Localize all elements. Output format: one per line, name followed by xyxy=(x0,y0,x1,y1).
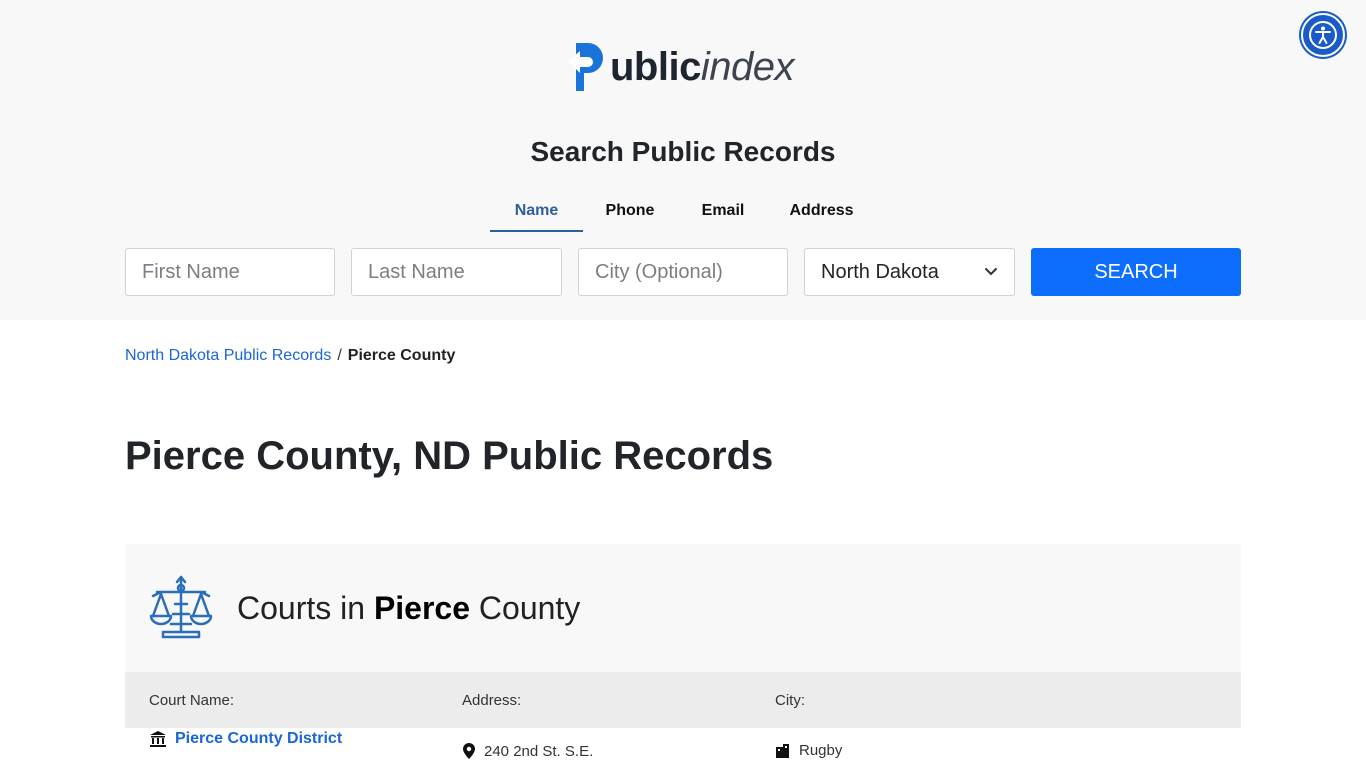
court-address-cell: 240 2nd St. S.E. xyxy=(462,742,593,760)
breadcrumb-state-link[interactable]: North Dakota Public Records xyxy=(125,347,331,365)
search-title: Search Public Records xyxy=(530,136,836,167)
public-index-logo[interactable]: ublicindex xyxy=(566,38,806,96)
accessibility-icon xyxy=(1309,21,1337,49)
courts-table-header: Court Name: Address: City: xyxy=(125,672,1241,728)
court-city: Rugby xyxy=(799,742,843,759)
state-select-value: North Dakota xyxy=(821,260,939,283)
tab-address[interactable]: Address xyxy=(769,196,874,232)
city-buildings-icon xyxy=(776,743,789,758)
search-header: ublicindex Search Public Records Name Ph… xyxy=(0,0,1366,320)
court-city-cell: Rugby xyxy=(775,742,842,759)
city-input[interactable] xyxy=(578,248,788,296)
last-name-input[interactable] xyxy=(351,248,562,296)
court-name-cell: Pierce County District xyxy=(149,730,342,748)
column-court-name: Court Name: xyxy=(149,692,235,709)
search-tabs: Name Phone Email Address xyxy=(490,196,874,232)
column-city: City: xyxy=(775,692,805,709)
tab-email[interactable]: Email xyxy=(677,196,769,232)
table-row: Pierce County District 240 2nd St. S.E. … xyxy=(125,728,1241,768)
logo-mark-icon xyxy=(568,43,603,91)
tab-name[interactable]: Name xyxy=(490,196,583,232)
chevron-down-icon xyxy=(985,268,997,276)
tab-phone[interactable]: Phone xyxy=(583,196,677,232)
search-button[interactable]: SEARCH xyxy=(1031,248,1241,296)
courts-title: Courts in Pierce County xyxy=(237,590,581,626)
breadcrumb-current: Pierce County xyxy=(347,347,456,364)
first-name-input[interactable] xyxy=(125,248,335,296)
courts-section: Courts in Pierce County Court Name: Addr… xyxy=(125,544,1241,768)
map-pin-icon xyxy=(463,743,475,759)
state-select[interactable]: North Dakota xyxy=(804,248,1015,296)
courthouse-icon xyxy=(150,731,166,747)
court-address: 240 2nd St. S.E. xyxy=(484,742,594,760)
column-address: Address: xyxy=(462,692,522,709)
breadcrumb: North Dakota Public Records / Pierce Cou… xyxy=(125,347,455,365)
page-title: Pierce County, ND Public Records xyxy=(125,434,774,478)
accessibility-button[interactable] xyxy=(1301,13,1345,57)
logo-wordmark: ublicindex xyxy=(610,45,794,89)
scales-of-justice-icon xyxy=(149,575,213,639)
court-name-link[interactable]: Pierce County District xyxy=(175,730,342,748)
breadcrumb-separator: / xyxy=(337,347,342,364)
